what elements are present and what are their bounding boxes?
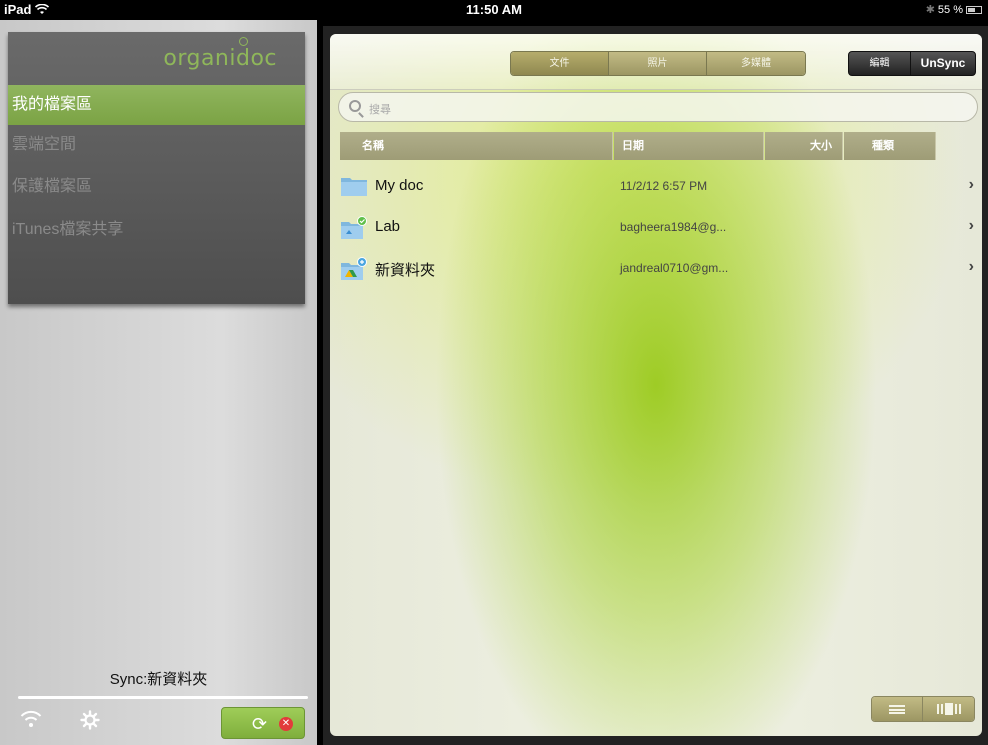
edit-button[interactable]: 編輯: [848, 51, 911, 76]
sidebar-item-cloud[interactable]: 雲端空間: [8, 125, 305, 165]
table-row[interactable]: 新資料夾 jandreal0710@gm... ›: [330, 249, 982, 287]
sidebar-item-label: 保護檔案區: [12, 178, 93, 195]
bluetooth-icon: ✱: [925, 4, 935, 16]
battery-icon: [966, 5, 982, 14]
sync-button[interactable]: ⟳ ✕: [221, 707, 305, 739]
coverflow-view-icon: [936, 703, 961, 715]
shared-folder-icon: [340, 216, 368, 239]
coverflow-view-button[interactable]: [923, 697, 974, 721]
search-placeholder: 搜尋: [369, 104, 391, 116]
status-bar: iPad 11:50 AM ✱ 55 %: [0, 0, 988, 20]
cancel-sync-icon[interactable]: ✕: [279, 717, 293, 731]
tab-media[interactable]: 多媒體: [707, 52, 805, 75]
app-logo-text: organidoc: [163, 46, 277, 71]
search-icon: [349, 100, 361, 112]
table-header: 名稱 日期 大小 種類: [330, 132, 982, 160]
status-time: 11:50 AM: [466, 2, 522, 17]
list-view-button[interactable]: [872, 697, 924, 721]
table-row[interactable]: My doc 11/2/12 6:57 PM ›: [330, 167, 982, 205]
sidebar-item-label: iTunes檔案共享: [12, 221, 124, 238]
file-name: Lab: [375, 218, 401, 235]
sidebar-item-label: 我的檔案區: [12, 96, 93, 113]
refresh-icon: ⟳: [252, 714, 268, 734]
wifi-icon[interactable]: [20, 710, 42, 728]
sync-divider: [18, 696, 308, 699]
sidebar-item-label: 雲端空間: [12, 136, 77, 153]
toolbar: 文件 照片 多媒體 編輯 UnSync: [330, 34, 982, 90]
chevron-right-icon: ›: [968, 217, 974, 234]
battery-percent: 55 %: [937, 3, 963, 16]
unsync-button[interactable]: UnSync: [910, 51, 976, 76]
view-mode-toggle: [871, 696, 975, 722]
app-logo: organidoc: [163, 37, 277, 71]
list-view-icon: [889, 704, 905, 714]
column-header-name[interactable]: 名稱: [340, 132, 613, 160]
chevron-right-icon: ›: [968, 176, 974, 193]
sidebar: organidoc 我的檔案區 雲端空間 保護檔案區 iTunes檔案共享 Sy…: [0, 20, 317, 745]
file-name: 新資料夾: [375, 262, 436, 279]
category-segmented-control: 文件 照片 多媒體: [510, 51, 806, 76]
search-input[interactable]: 搜尋: [338, 92, 978, 122]
column-header-date[interactable]: 日期: [614, 132, 764, 160]
sync-status-label: Sync:新資料夾: [109, 671, 208, 688]
folder-icon: [340, 175, 368, 197]
sidebar-item-itunes-sharing[interactable]: iTunes檔案共享: [8, 210, 305, 250]
sidebar-item-protected[interactable]: 保護檔案區: [8, 167, 305, 207]
file-browser: 文件 照片 多媒體 編輯 UnSync 搜尋 名稱 日期 大小 種類 My do…: [330, 34, 982, 736]
logo-dot-icon: [239, 37, 249, 46]
sidebar-item-my-files[interactable]: 我的檔案區: [8, 85, 305, 125]
gear-icon[interactable]: [80, 710, 100, 730]
file-name: My doc: [375, 177, 424, 194]
status-right: ✱ 55 %: [926, 3, 982, 16]
tab-photos[interactable]: 照片: [609, 52, 707, 75]
table-row[interactable]: Lab bagheera1984@g... ›: [330, 208, 982, 246]
file-date: 11/2/12 6:57 PM: [620, 179, 708, 193]
sidebar-menu: organidoc 我的檔案區 雲端空間 保護檔案區 iTunes檔案共享: [8, 32, 305, 304]
chevron-right-icon: ›: [968, 258, 974, 275]
tab-documents[interactable]: 文件: [511, 52, 609, 75]
column-header-kind[interactable]: 種類: [844, 132, 936, 160]
column-header-size[interactable]: 大小: [765, 132, 843, 160]
drive-folder-icon: [340, 257, 368, 280]
file-owner: bagheera1984@g...: [620, 220, 727, 234]
file-owner: jandreal0710@gm...: [620, 261, 729, 275]
